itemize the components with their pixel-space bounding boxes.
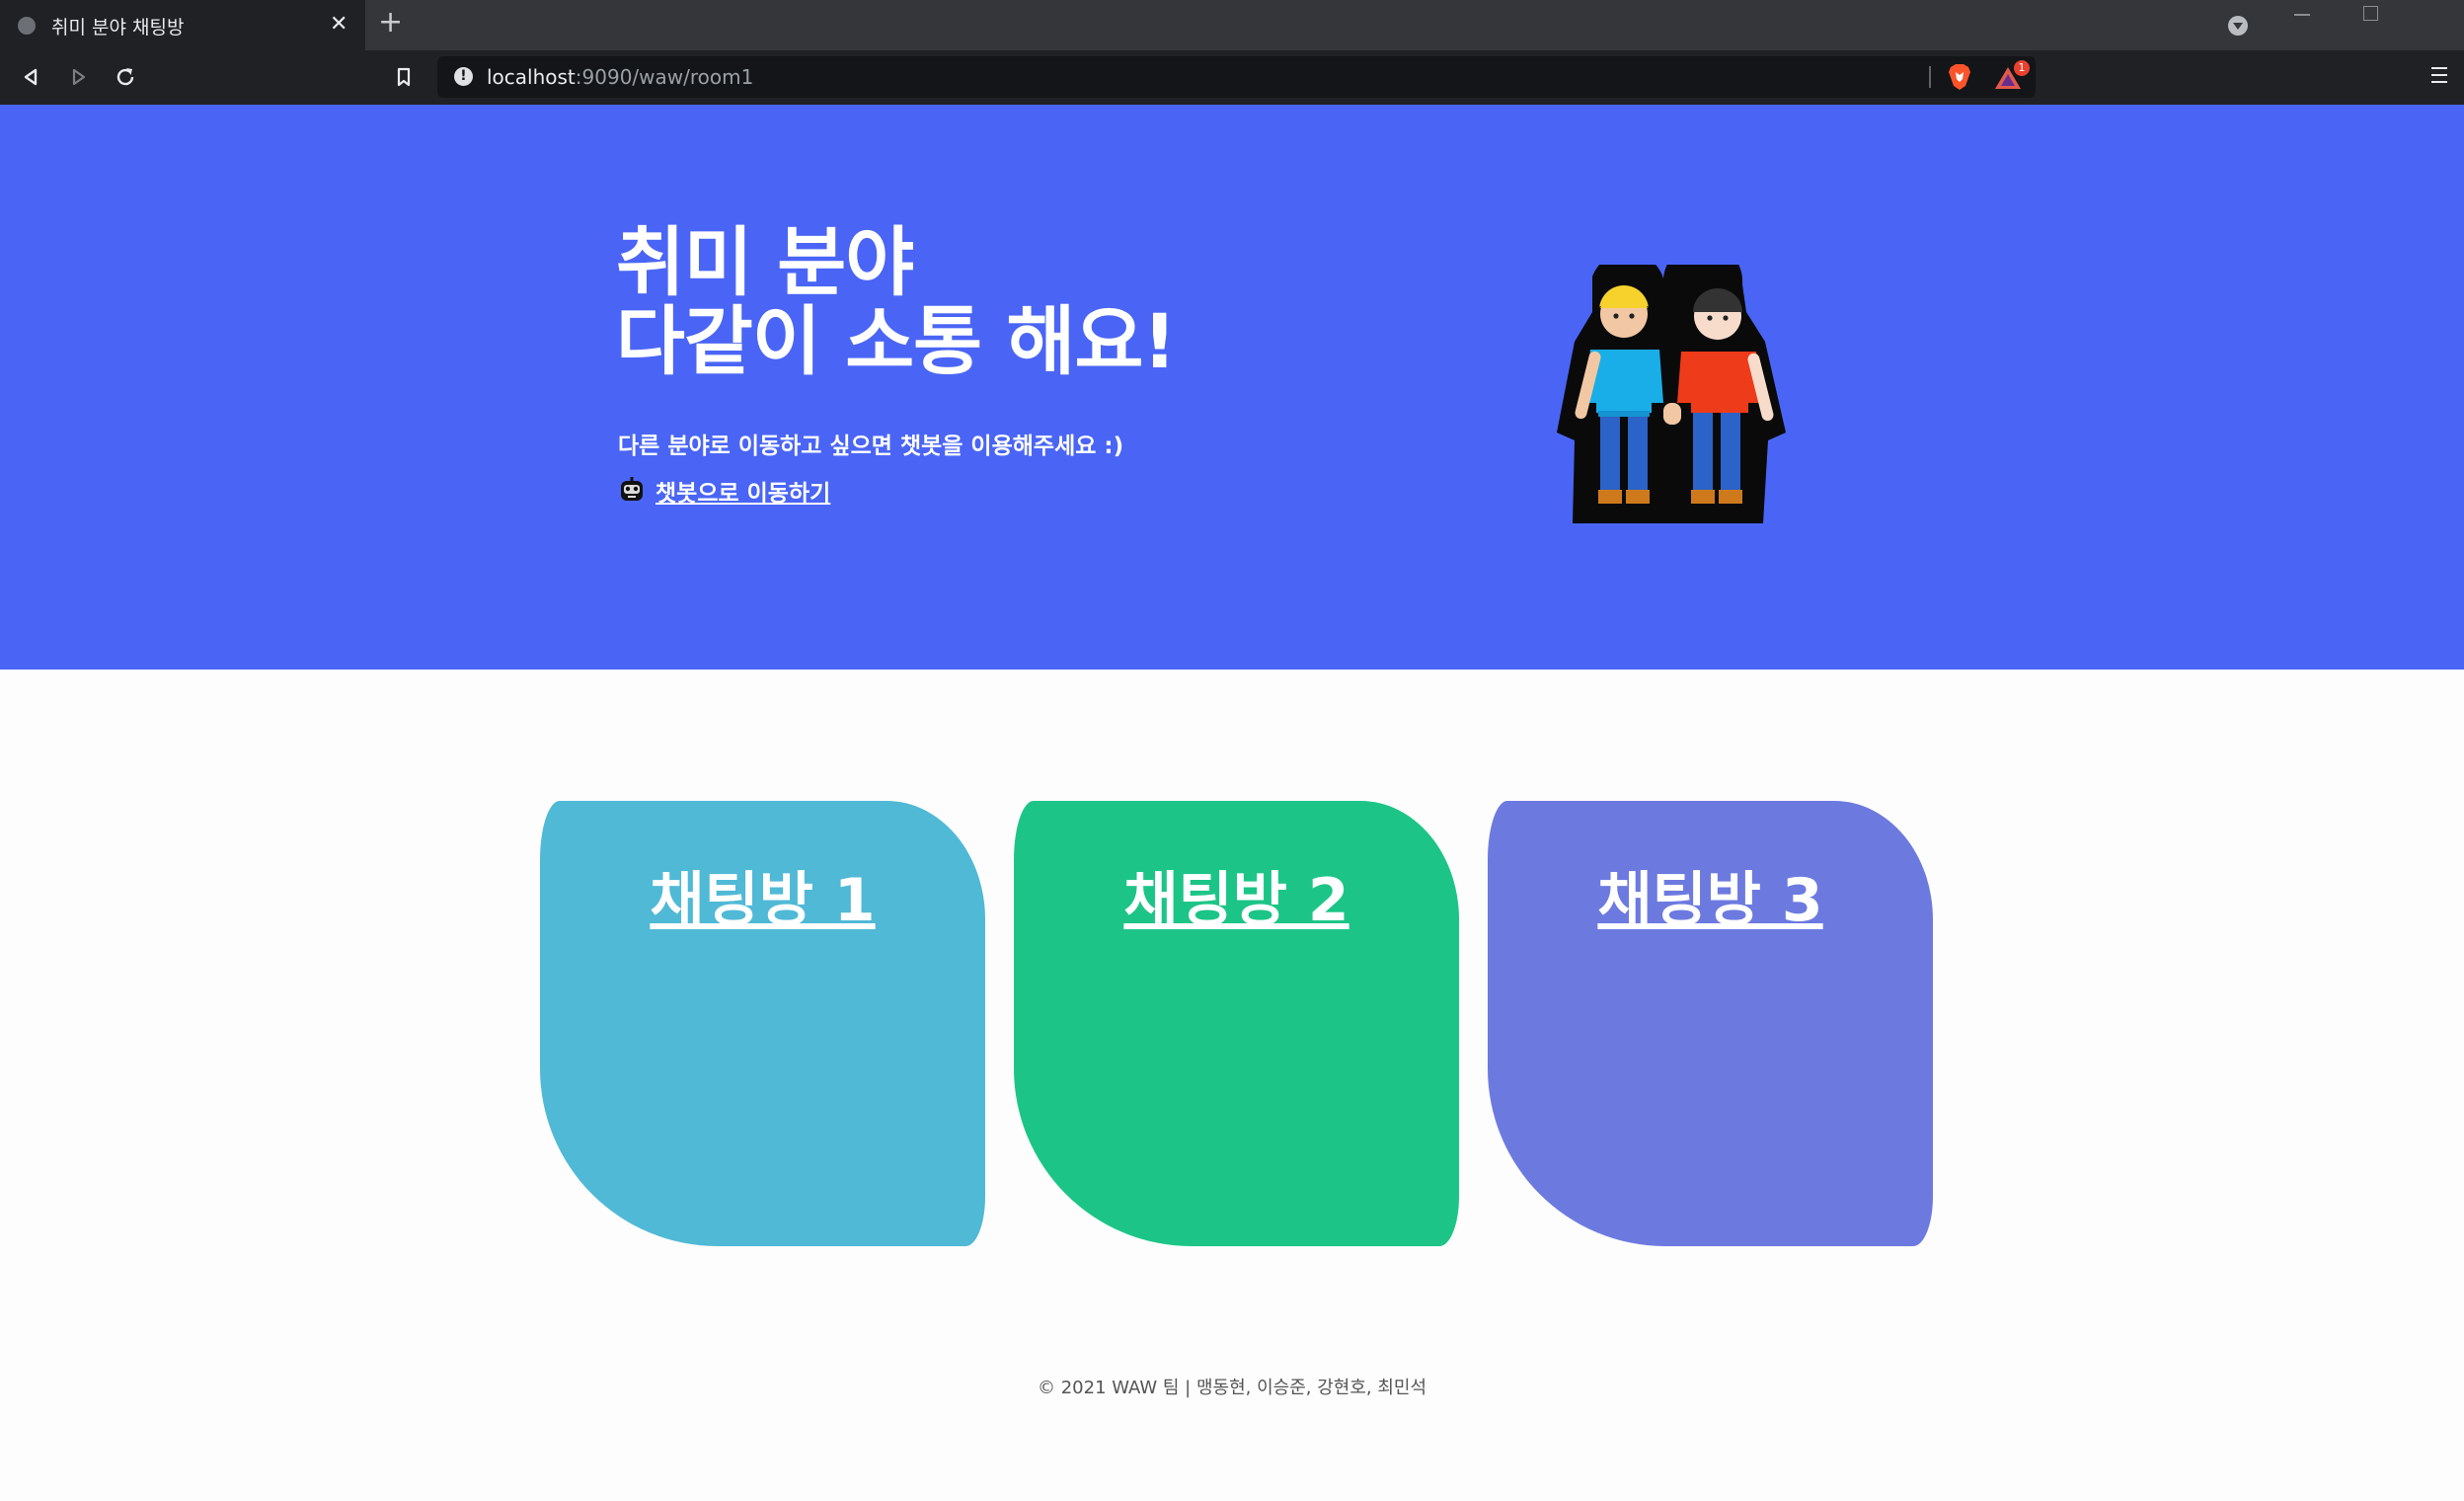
- close-tab-icon[interactable]: ✕: [330, 12, 347, 37]
- forward-icon[interactable]: [65, 64, 91, 90]
- omnibox-divider: [1929, 66, 1931, 88]
- rewards-badge: 1: [2014, 60, 2030, 76]
- people-holding-hands-icon: [1557, 265, 1786, 523]
- address-bar[interactable]: ! localhost:9090/waw/room1 1: [437, 56, 2036, 98]
- chatbot-link[interactable]: 챗봇으로 이동하기: [655, 474, 830, 508]
- minimize-window-icon[interactable]: [2294, 14, 2310, 16]
- chat-room-card-2[interactable]: 채팅방 2: [1014, 801, 1459, 1246]
- chat-room-3-link[interactable]: 채팅방 3: [1488, 852, 1933, 938]
- page-title: 취미 분야 다같이 소통 해요!: [616, 223, 1177, 381]
- browser-toolbar: ! localhost:9090/waw/room1 1: [0, 50, 2464, 105]
- browser-tab[interactable]: 취미 분야 채팅방 ✕: [0, 0, 365, 50]
- tab-title: 취미 분야 채팅방: [51, 17, 185, 39]
- tab-strip: 취미 분야 채팅방 ✕ +: [0, 0, 2464, 50]
- maximize-window-icon[interactable]: [2363, 6, 2378, 21]
- chat-room-card-1[interactable]: 채팅방 1: [540, 801, 985, 1246]
- title-line-1: 취미 분야: [616, 218, 914, 306]
- back-icon[interactable]: [19, 64, 44, 90]
- reload-icon[interactable]: [113, 64, 138, 90]
- bookmark-icon[interactable]: [391, 64, 417, 90]
- robot-icon: [621, 477, 643, 501]
- chat-room-1-link[interactable]: 채팅방 1: [540, 852, 985, 938]
- chat-room-card-3[interactable]: 채팅방 3: [1488, 801, 1933, 1246]
- hero-section: 취미 분야 다같이 소통 해요! 다른 분야로 이동하고 싶으면 챗봇을 이용해…: [0, 105, 2464, 670]
- brave-shields-icon[interactable]: [1947, 63, 1972, 91]
- info-icon[interactable]: !: [454, 67, 473, 86]
- tab-search-icon[interactable]: [2228, 16, 2248, 36]
- plus-icon[interactable]: +: [378, 8, 403, 38]
- chat-room-2-link[interactable]: 채팅방 2: [1014, 852, 1459, 938]
- url-text[interactable]: localhost:9090/waw/room1: [487, 65, 753, 89]
- hero-subtitle: 다른 분야로 이동하고 싶으면 챗봇을 이용해주세요 :): [618, 434, 1124, 459]
- title-line-2: 다같이 소통 해요!: [616, 297, 1177, 385]
- footer-text: © 2021 WAW 팀 | 맹동현, 이승준, 강현호, 최민석: [1037, 1378, 1427, 1398]
- menu-icon[interactable]: [2431, 67, 2447, 88]
- globe-icon: [18, 17, 36, 35]
